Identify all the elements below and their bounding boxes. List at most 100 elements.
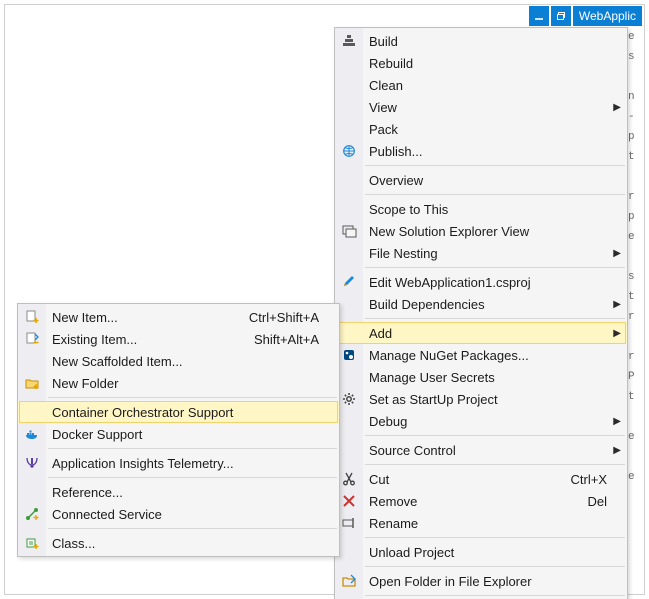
project-menu-item-file-nesting[interactable]: File Nesting▶ <box>335 242 627 264</box>
menu-item-label: Debug <box>369 414 607 429</box>
submenu-arrow-icon: ▶ <box>613 322 621 344</box>
add-menu-item-existing-item[interactable]: Existing Item...Shift+Alt+A <box>18 328 339 350</box>
solution-explorer-tab-label: WebApplic <box>579 9 636 23</box>
menu-item-label: Reference... <box>52 485 319 500</box>
edit-icon <box>335 271 363 293</box>
add-menu-item-reference[interactable]: Reference... <box>18 481 339 503</box>
add-menu-item-new-scaffolded-item[interactable]: New Scaffolded Item... <box>18 350 339 372</box>
blank-icon <box>18 401 46 423</box>
context-menu-add-submenu: New Item... Ctrl+Shift+A Existing Item...S… <box>17 303 340 557</box>
menu-item-label: Publish... <box>369 144 607 159</box>
project-menu-separator <box>365 165 625 166</box>
docker-icon <box>18 423 46 445</box>
project-menu-item-manage-nuget-packages[interactable]: Manage NuGet Packages... <box>335 344 627 366</box>
menu-item-shortcut: Ctrl+Shift+A <box>249 310 319 325</box>
menu-item-label: Set as StartUp Project <box>369 392 607 407</box>
titlebar-fragment: WebApplic <box>529 5 644 27</box>
project-menu-item-publish[interactable]: Publish... <box>335 140 627 162</box>
menu-item-label: Edit WebApplication1.csproj <box>369 275 607 290</box>
context-menu-project: Build Rebuild Clean View ▶ Pack Publish... Over… <box>334 27 628 599</box>
project-menu-item-edit-webapplication1-csproj[interactable]: Edit WebApplication1.csproj <box>335 271 627 293</box>
menu-item-label: Add <box>369 326 607 341</box>
project-menu-item-view[interactable]: View ▶ <box>335 96 627 118</box>
menu-item-label: New Solution Explorer View <box>369 224 607 239</box>
newfolder-icon <box>18 372 46 394</box>
project-menu-separator <box>365 318 625 319</box>
project-menu-item-unload-project[interactable]: Unload Project <box>335 541 627 563</box>
project-menu-item-set-as-startup-project[interactable]: Set as StartUp Project <box>335 388 627 410</box>
project-menu-separator <box>365 537 625 538</box>
project-menu-item-clean[interactable]: Clean <box>335 74 627 96</box>
menu-item-label: Unload Project <box>369 545 607 560</box>
add-menu-item-class[interactable]: Class... <box>18 532 339 554</box>
add-menu-item-docker-support[interactable]: Docker Support <box>18 423 339 445</box>
globe-icon <box>335 140 363 162</box>
add-menu-separator <box>48 477 337 478</box>
menu-item-label: Source Control <box>369 443 607 458</box>
project-menu-item-remove[interactable]: RemoveDel <box>335 490 627 512</box>
blank-icon <box>335 242 363 264</box>
project-menu-item-new-solution-explorer-view[interactable]: New Solution Explorer View <box>335 220 627 242</box>
menu-item-label: View <box>369 100 607 115</box>
menu-item-label: Connected Service <box>52 507 319 522</box>
project-menu-item-source-control[interactable]: Source Control▶ <box>335 439 627 461</box>
submenu-arrow-icon: ▶ <box>613 242 621 264</box>
blank-icon <box>18 481 46 503</box>
add-menu-item-container-orchestrator-support[interactable]: Container Orchestrator Support <box>18 401 339 423</box>
project-menu-item-build[interactable]: Build <box>335 30 627 52</box>
project-menu-item-rebuild[interactable]: Rebuild <box>335 52 627 74</box>
project-menu-item-overview[interactable]: Overview <box>335 169 627 191</box>
project-menu-item-build-dependencies[interactable]: Build Dependencies▶ <box>335 293 627 315</box>
blank-icon <box>335 74 363 96</box>
menu-item-label: Clean <box>369 78 607 93</box>
build-icon <box>335 30 363 52</box>
project-menu-item-manage-user-secrets[interactable]: Manage User Secrets <box>335 366 627 388</box>
menu-item-shortcut: Ctrl+X <box>571 472 607 487</box>
project-menu-item-add[interactable]: Add ▶ <box>335 322 627 344</box>
menu-item-label: Rebuild <box>369 56 607 71</box>
project-menu-item-pack[interactable]: Pack <box>335 118 627 140</box>
menu-item-label: Overview <box>369 173 607 188</box>
add-menu-item-new-folder[interactable]: New Folder <box>18 372 339 394</box>
solution-explorer-tab[interactable]: WebApplic <box>573 6 642 26</box>
project-menu-item-rename[interactable]: Rename <box>335 512 627 534</box>
connsvc-icon <box>18 503 46 525</box>
add-menu-item-application-insights-telemetry[interactable]: Application Insights Telemetry... <box>18 452 339 474</box>
menu-item-label: Rename <box>369 516 607 531</box>
editor-background-fragment: e s n - p t r p e s t r r P t e e <box>627 27 644 594</box>
project-menu-separator <box>365 566 625 567</box>
project-menu-item-open-folder-in-file-explorer[interactable]: Open Folder in File Explorer <box>335 570 627 592</box>
menu-item-label: Existing Item... <box>52 332 244 347</box>
menu-item-label: Build Dependencies <box>369 297 607 312</box>
existitem-icon <box>18 328 46 350</box>
menu-item-label: Docker Support <box>52 427 319 442</box>
blank-icon <box>335 52 363 74</box>
add-menu-item-new-item[interactable]: New Item... Ctrl+Shift+A <box>18 306 339 328</box>
class-icon <box>18 532 46 554</box>
newview-icon <box>335 220 363 242</box>
window-minimize-button[interactable] <box>529 6 549 26</box>
add-menu-item-connected-service[interactable]: Connected Service <box>18 503 339 525</box>
project-menu-separator <box>365 595 625 596</box>
menu-item-label: Scope to This <box>369 202 607 217</box>
menu-item-label: Build <box>369 34 607 49</box>
menu-item-label: Pack <box>369 122 607 137</box>
add-menu-separator <box>48 528 337 529</box>
project-menu-item-debug[interactable]: Debug▶ <box>335 410 627 432</box>
project-menu-separator <box>365 464 625 465</box>
blank-icon <box>18 350 46 372</box>
project-menu-item-cut[interactable]: Cut Ctrl+X <box>335 468 627 490</box>
menu-item-label: New Folder <box>52 376 319 391</box>
submenu-arrow-icon: ▶ <box>613 96 621 118</box>
project-menu-item-scope-to-this[interactable]: Scope to This <box>335 198 627 220</box>
menu-item-shortcut: Del <box>587 494 607 509</box>
menu-item-label: New Item... <box>52 310 239 325</box>
newitem-icon <box>18 306 46 328</box>
add-menu-separator <box>48 448 337 449</box>
add-menu-separator <box>48 397 337 398</box>
blank-icon <box>335 96 363 118</box>
menu-item-label: Cut <box>369 472 561 487</box>
menu-item-label: Container Orchestrator Support <box>52 405 319 420</box>
menu-item-label: Application Insights Telemetry... <box>52 456 319 471</box>
window-restore-button[interactable] <box>551 6 571 26</box>
